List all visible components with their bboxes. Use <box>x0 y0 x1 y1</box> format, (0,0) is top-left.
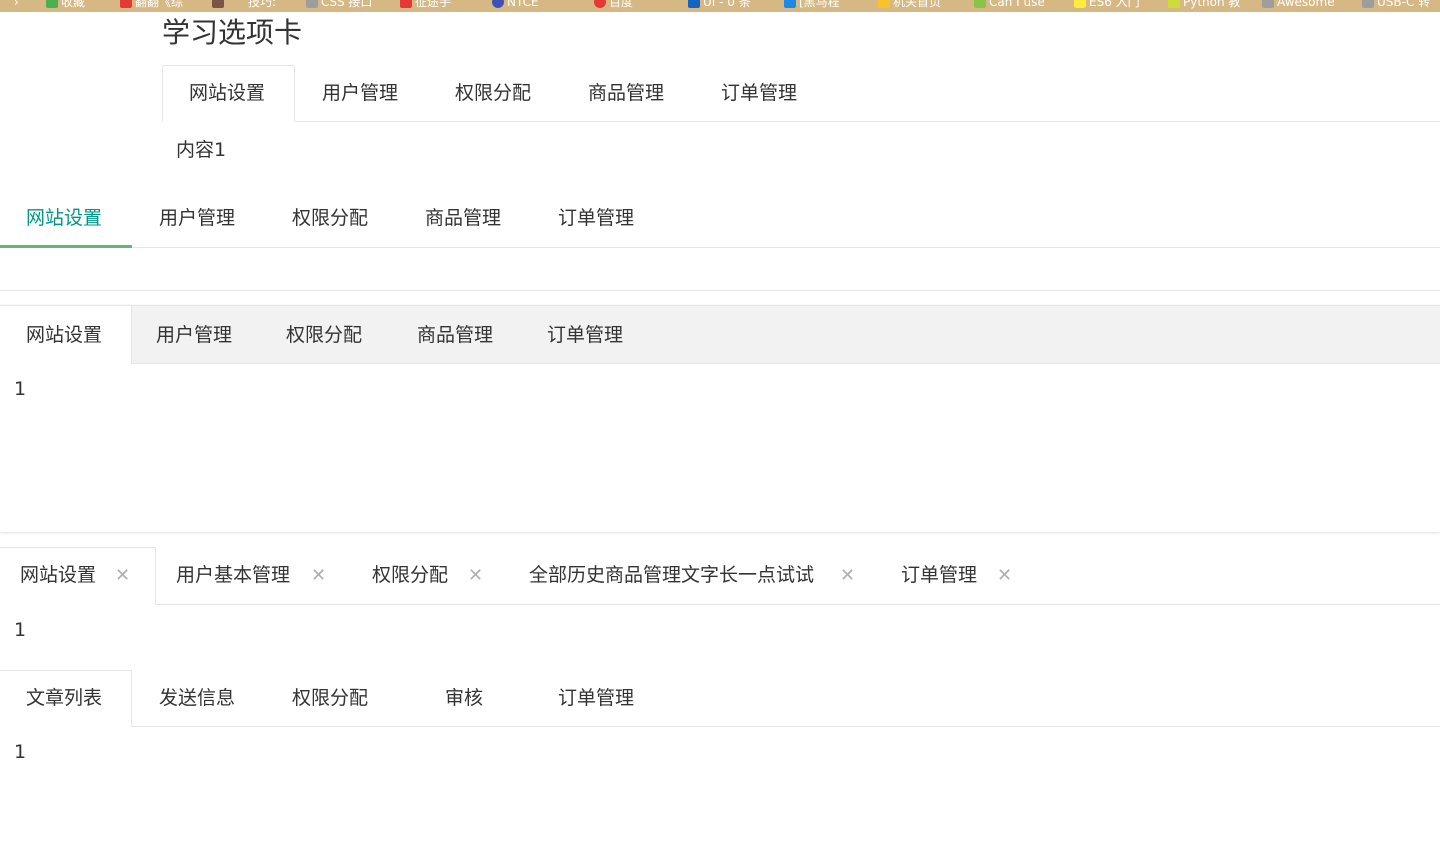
tab-order-management[interactable]: 订单管理 <box>721 81 797 105</box>
tab-bar-divider <box>0 604 1440 605</box>
tab-review[interactable]: 审核 <box>445 686 483 710</box>
tab-bar-divider <box>162 121 1440 122</box>
bookmark-item[interactable]: 技巧: <box>248 0 276 10</box>
baidu-icon <box>594 0 606 8</box>
tab-permission-assignment[interactable]: 权限分配 <box>286 323 362 347</box>
bookmark-label: 翻翻《综 <box>135 0 184 9</box>
bookmark-item[interactable]: CSS 接口 <box>306 0 372 10</box>
bookmark-item[interactable]: UI - 0 条 <box>688 0 751 10</box>
close-icon[interactable]: ✕ <box>115 567 130 585</box>
bookmark-item[interactable]: Can I use <box>974 0 1045 10</box>
bookmark-label: 征途手 <box>415 0 452 9</box>
tab-user-management[interactable]: 用户管理 <box>322 81 398 105</box>
close-icon[interactable]: ✕ <box>311 567 326 585</box>
bookmark-icon <box>1168 0 1180 8</box>
bookmark-icon <box>212 0 224 8</box>
tab-website-settings[interactable]: 网站设置 <box>189 81 265 105</box>
tab-order-management[interactable]: 订单管理 <box>901 563 977 587</box>
bookmark-icon <box>1362 0 1374 8</box>
close-icon[interactable]: ✕ <box>997 567 1012 585</box>
tab-product-management[interactable]: 商品管理 <box>588 81 664 105</box>
bookmark-item[interactable]: Python 教 <box>1168 0 1240 10</box>
bookmark-icon <box>878 0 890 8</box>
tab-content: 1 <box>14 378 27 400</box>
bookmark-label: 技巧: <box>248 0 277 9</box>
tab-send-message[interactable]: 发送信息 <box>159 686 235 710</box>
tab-content-divider <box>0 290 1440 291</box>
tab-order-management[interactable]: 订单管理 <box>558 686 634 710</box>
bookmark-label: UI - 0 条 <box>703 0 751 9</box>
bookmark-item[interactable]: 机关首页 <box>878 0 941 10</box>
bookmark-icon <box>974 0 986 8</box>
bookmark-item[interactable]: 收藏 <box>46 0 85 10</box>
bookmark-icon <box>120 0 132 8</box>
tab-user-management[interactable]: 用户管理 <box>159 206 235 230</box>
bookmark-icon <box>400 0 412 8</box>
bookmark-icon <box>306 0 318 8</box>
tab-bar-divider <box>0 247 1440 248</box>
tab-article-list[interactable]: 文章列表 <box>26 686 102 710</box>
tab-permission-assignment[interactable]: 权限分配 <box>292 686 368 710</box>
tab-content: 1 <box>14 741 27 763</box>
tab-permission-assignment[interactable]: 权限分配 <box>292 206 368 230</box>
bookmark-icon <box>1262 0 1274 8</box>
tab-order-management[interactable]: 订单管理 <box>547 323 623 347</box>
bookmark-item[interactable]: 百度 <box>594 0 633 10</box>
bookmark-item[interactable]: [黑马程 <box>784 0 840 10</box>
bookmark-label: ES6 入门 <box>1089 0 1140 9</box>
tab-website-settings[interactable]: 网站设置 <box>26 323 102 347</box>
tab-permission-assignment[interactable]: 权限分配 <box>372 563 448 587</box>
page-title: 学习选项卡 <box>162 16 303 49</box>
tab-product-management[interactable]: 商品管理 <box>417 323 493 347</box>
close-icon[interactable]: ✕ <box>840 567 855 585</box>
bookmark-item[interactable]: USB-C 转 <box>1362 0 1430 10</box>
bookmark-label: 收藏 <box>61 0 86 9</box>
tab-website-settings[interactable]: 网站设置 <box>26 206 102 230</box>
folder-icon <box>46 0 58 8</box>
tab-user-management[interactable]: 用户管理 <box>156 323 232 347</box>
bookmark-label: Awesome <box>1277 0 1335 9</box>
globe-icon <box>492 0 504 8</box>
tab-order-management[interactable]: 订单管理 <box>558 206 634 230</box>
active-tab-underline <box>0 245 132 248</box>
close-icon[interactable]: ✕ <box>468 567 483 585</box>
bookmarks-bar: › 收藏 翻翻《综 技巧: CSS 接口 征途手 NTCE 百度 UI - 0 … <box>0 0 1440 12</box>
tab-product-management[interactable]: 商品管理 <box>425 206 501 230</box>
bookmark-label: [黑马程 <box>799 0 840 9</box>
bookmark-item[interactable]: 翻翻《综 <box>120 0 183 10</box>
bookmark-icon <box>784 0 796 8</box>
tab-permission-assignment[interactable]: 权限分配 <box>455 81 531 105</box>
bookmark-icon <box>688 0 700 8</box>
bookmark-item[interactable] <box>212 0 227 10</box>
bookmark-label: NTCE <box>507 0 539 9</box>
tab-bar-divider <box>0 726 1440 727</box>
bookmark-icon <box>1074 0 1086 8</box>
bookmark-label: 机关首页 <box>893 0 942 9</box>
tab-content: 内容1 <box>176 139 227 161</box>
bookmark-item[interactable]: Awesome <box>1262 0 1335 10</box>
bookmark-item[interactable]: ES6 入门 <box>1074 0 1140 10</box>
bookmark-label: 百度 <box>609 0 634 9</box>
bookmark-item[interactable]: › <box>14 0 19 10</box>
tab-content: 1 <box>14 619 27 641</box>
tab-website-settings[interactable]: 网站设置 <box>20 563 96 587</box>
bookmark-label: Can I use <box>989 0 1045 9</box>
tab-history-product-management[interactable]: 全部历史商品管理文字长一点试试 <box>529 563 814 587</box>
bookmark-label: USB-C 转 <box>1377 0 1431 9</box>
bookmark-item[interactable]: 征途手 <box>400 0 451 10</box>
bookmark-label: CSS 接口 <box>321 0 373 9</box>
chevron-right-icon: › <box>14 0 19 9</box>
bookmark-label: Python 教 <box>1183 0 1241 9</box>
tab-user-basic-management[interactable]: 用户基本管理 <box>176 563 290 587</box>
bookmark-item[interactable]: NTCE <box>492 0 539 10</box>
